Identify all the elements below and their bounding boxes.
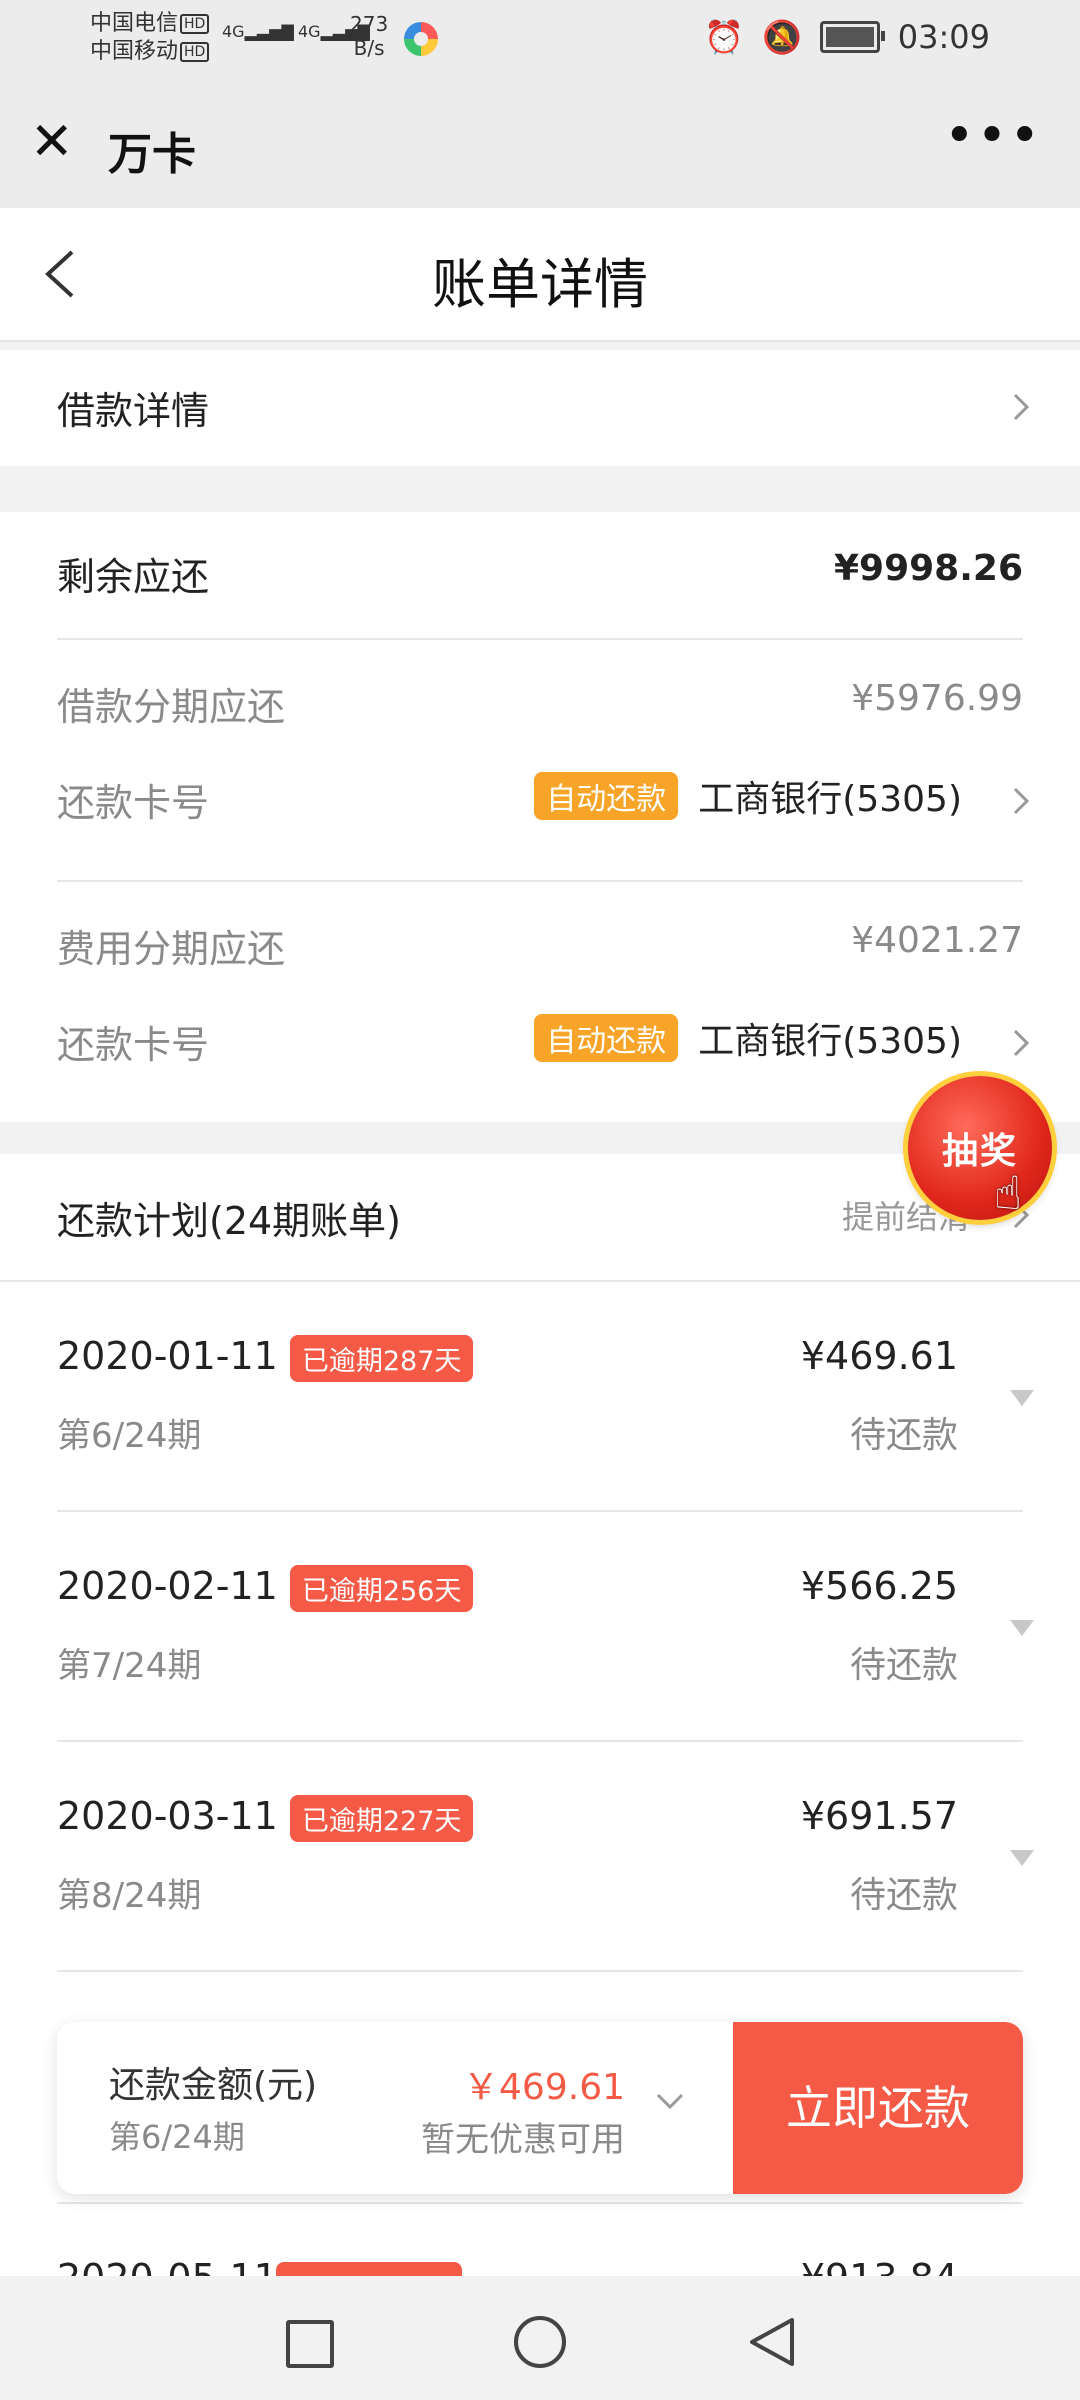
close-icon[interactable]: ✕	[30, 116, 74, 168]
overdue-badge: 已逾期227天	[289, 1795, 474, 1842]
bill-date-group: 2020-03-11 已逾期227天	[57, 1794, 474, 1842]
remaining-label: 剩余应还	[57, 555, 210, 599]
home-icon[interactable]	[514, 2316, 566, 2368]
system-nav-bar	[0, 2280, 1080, 2400]
divider	[57, 1970, 1023, 1972]
repayment-card-2[interactable]: 自动还款 工商银行(5305)	[534, 1012, 962, 1064]
loan-installment-label: 借款分期应还	[57, 685, 286, 729]
chevron-right-icon[interactable]	[1006, 786, 1036, 816]
divider	[0, 1280, 1080, 1282]
bill-amount: ¥913.84	[801, 2256, 958, 2276]
bill-amount: ¥469.61	[800, 1334, 958, 1378]
status-right: ⏰ 🔕 03:09	[704, 18, 990, 56]
more-icon[interactable]: •••	[944, 110, 1042, 162]
card-number-label: 还款卡号	[57, 1023, 210, 1067]
pay-amount: ￥469.61	[463, 2067, 625, 2108]
miniprogram-nav: ✕ 万卡 •••	[0, 80, 1080, 208]
expand-triangle-icon[interactable]	[1010, 1850, 1034, 1866]
lottery-label: 抽奖	[941, 1131, 1018, 1172]
bill-period: 第6/24期	[57, 1416, 202, 1456]
back-icon[interactable]	[744, 2314, 800, 2370]
loan-details-row[interactable]: 借款详情	[0, 350, 1080, 466]
pointer-hand-icon: ☝	[994, 1166, 1023, 1220]
divider	[57, 880, 1023, 882]
status-bar: 中国电信 HD 中国移动 HD 4G▂▃▅▇ 4G▂▃▅▇ 273 B/s ⏰ 🔕 …	[0, 0, 1080, 80]
alarm-icon: ⏰	[704, 18, 744, 56]
fee-installment-value: ¥4021.27	[851, 920, 1023, 961]
loan-details-label: 借款详情	[57, 389, 210, 433]
app-notification-icon	[404, 22, 438, 56]
bank-name: 工商银行(5305)	[698, 1021, 962, 1062]
bill-date: 2020-05-11	[57, 2256, 278, 2276]
overdue-badge: 已逾期287天	[289, 1335, 474, 1382]
bill-date-group: 2020-01-11 已逾期287天	[57, 1334, 474, 1382]
auto-repay-badge: 自动还款	[534, 772, 679, 820]
bill-date: 2020-01-11	[57, 1334, 278, 1378]
bill-status: 待还款	[849, 1645, 958, 1686]
mute-icon: 🔕	[761, 18, 802, 56]
signal-icon: 4G▂▃▅▇	[222, 22, 294, 41]
chevron-down-icon[interactable]	[655, 2086, 685, 2116]
divider	[57, 1510, 1023, 1512]
bill-amount: ¥566.25	[800, 1564, 958, 1608]
carrier-info: 中国电信 HD 中国移动 HD	[90, 10, 210, 66]
expand-triangle-icon[interactable]	[1010, 1390, 1034, 1406]
plan-title: 还款计划(24期账单)	[57, 1199, 402, 1243]
bank-name: 工商银行(5305)	[698, 779, 962, 820]
remaining-value: ¥9998.26	[833, 548, 1023, 589]
chevron-right-icon[interactable]	[1006, 1028, 1036, 1058]
coupon-status[interactable]: 暂无优惠可用	[421, 2112, 625, 2161]
clock: 03:09	[897, 18, 990, 56]
recent-apps-icon[interactable]	[286, 2320, 334, 2368]
bill-date-group: 2020-02-11 已逾期256天	[57, 1564, 474, 1612]
network-speed: 273 B/s	[350, 12, 389, 60]
carrier-2: 中国移动	[90, 39, 179, 64]
bill-date: 2020-02-11	[57, 1564, 278, 1608]
auto-repay-badge: 自动还款	[534, 1014, 679, 1062]
chevron-right-icon	[1013, 393, 1030, 421]
card-number-label: 还款卡号	[57, 781, 210, 825]
carrier-1: 中国电信	[90, 11, 179, 36]
bill-date: 2020-03-11	[57, 1794, 278, 1838]
expand-triangle-icon[interactable]	[1010, 1620, 1034, 1636]
payment-bar: 还款金额(元) 第6/24期 ￥469.61 暂无优惠可用 立即还款	[57, 2022, 1023, 2194]
pay-now-button[interactable]: 立即还款	[733, 2022, 1023, 2194]
bill-period: 第7/24期	[57, 1646, 202, 1686]
bill-row-partial[interactable]: 2020-05-11 ¥913.84	[0, 2196, 1080, 2276]
repayment-summary: 剩余应还 ¥9998.26 借款分期应还 ¥5976.99 还款卡号 自动还款工…	[0, 512, 1080, 1122]
battery-icon	[819, 21, 885, 53]
overdue-badge	[276, 2262, 462, 2276]
app-title: 万卡	[108, 129, 196, 180]
pay-period: 第6/24期	[109, 2118, 245, 2156]
pay-amount-label: 还款金额(元)	[109, 2065, 318, 2106]
divider	[57, 638, 1023, 640]
bill-status: 待还款	[849, 1875, 958, 1916]
overdue-badge: 已逾期256天	[289, 1565, 474, 1612]
fee-installment-label: 费用分期应还	[57, 927, 286, 971]
hd-badge: HD	[180, 14, 210, 34]
bill-amount: ¥691.57	[800, 1794, 958, 1838]
hd-badge: HD	[180, 42, 210, 62]
bill-period: 第8/24期	[57, 1876, 202, 1916]
loan-installment-value: ¥5976.99	[851, 678, 1023, 719]
lottery-button[interactable]: 抽奖 ☝	[908, 1076, 1052, 1220]
repayment-card-1[interactable]: 自动还款 工商银行(5305)	[534, 770, 962, 822]
divider	[57, 2202, 1023, 2204]
bill-status: 待还款	[849, 1415, 958, 1456]
page-title: 账单详情	[432, 253, 648, 316]
divider	[57, 1740, 1023, 1742]
page-header: 账单详情	[0, 208, 1080, 342]
